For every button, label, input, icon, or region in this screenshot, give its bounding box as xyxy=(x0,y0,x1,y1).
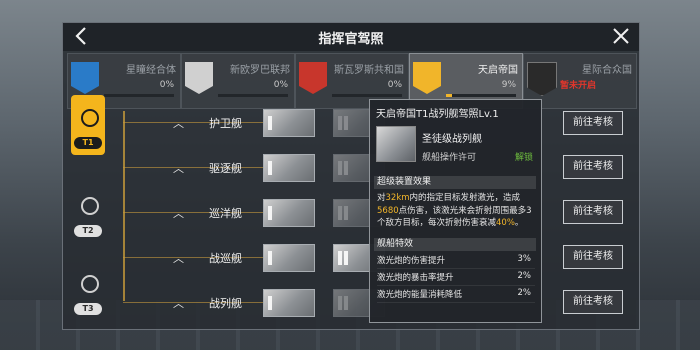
section-ship-features: 舰船特效 xyxy=(374,238,536,251)
license-card[interactable] xyxy=(263,244,315,272)
license-card[interactable] xyxy=(263,289,315,317)
faction-locked-text: 暂未开启 xyxy=(560,81,597,91)
tier-t3[interactable]: T3 xyxy=(71,261,105,321)
page-title: 指挥官驾照 xyxy=(318,32,384,47)
license-card[interactable] xyxy=(263,154,315,182)
chevron-up-icon: ︿ xyxy=(173,207,184,220)
chevron-up-icon: ︿ xyxy=(173,162,184,175)
faction-name: 星际合众国 xyxy=(582,65,632,76)
chevron-up-icon: ︿ xyxy=(173,252,184,265)
tier-t1[interactable]: T1 xyxy=(71,95,105,155)
faction-emblem-icon xyxy=(71,62,99,94)
faction-progress-bar xyxy=(332,94,402,97)
popup-unlock-status: 解锁 xyxy=(514,153,533,163)
faction-name: 星瞳经合体 xyxy=(126,65,176,76)
chevron-up-icon: ︿ xyxy=(173,297,184,310)
license-panel: 指挥官驾照 星瞳经合体 0% 新欧罗巴联邦 0% 斯瓦罗斯共和国 0% 天启帝国… xyxy=(62,22,640,330)
faction-progress-text: 9% xyxy=(501,80,516,90)
ship-row-frigate: ︿ 护卫舰 xyxy=(113,109,385,137)
tier-t2[interactable]: T2 xyxy=(71,183,105,243)
goto-exam-button-frigate[interactable]: 前往考核 xyxy=(563,111,623,135)
feature-row: 激光炮的伤害提升 3% xyxy=(377,254,535,269)
close-button[interactable] xyxy=(611,26,631,46)
ship-thumbnail xyxy=(376,126,416,162)
popup-title: 天启帝国T1战列舰驾照Lv.1 xyxy=(376,109,499,120)
license-detail-popup: 天启帝国T1战列舰驾照Lv.1 圣徒级战列舰 舰船操作许可 解锁 超级装置效果 … xyxy=(369,99,542,323)
faction-progress-text: 0% xyxy=(159,80,174,90)
tier-label: T2 xyxy=(74,225,102,237)
section-super-device: 超级装置效果 xyxy=(374,176,536,189)
ship-class-label: 护卫舰 xyxy=(209,117,242,130)
title-bar: 指挥官驾照 xyxy=(63,23,639,51)
chevron-up-icon: ︿ xyxy=(173,117,184,130)
ship-row-cruiser: ︿ 巡洋舰 xyxy=(113,199,385,227)
faction-emblem-icon xyxy=(185,62,213,94)
faction-tab-neo-europa[interactable]: 新欧罗巴联邦 0% xyxy=(181,53,295,109)
faction-emblem-icon xyxy=(299,62,327,94)
tier-node-icon xyxy=(81,275,99,293)
faction-progress-bar xyxy=(218,94,288,97)
goto-exam-button-cruiser[interactable]: 前往考核 xyxy=(563,200,623,224)
feature-row: 激光炮的暴击率提升 2% xyxy=(377,271,535,286)
ship-row-battlecruiser: ︿ 战巡舰 xyxy=(113,244,385,272)
tier-node-icon xyxy=(81,109,99,127)
goto-exam-button-battlecruiser[interactable]: 前往考核 xyxy=(563,245,623,269)
faction-emblem-icon xyxy=(527,62,557,96)
super-device-description: 对32km内的指定目标发射激光，造成5680点伤害，该激光来会折射周围最多3个敌… xyxy=(377,193,532,228)
ship-class-label: 战列舰 xyxy=(209,297,242,310)
goto-exam-button-destroyer[interactable]: 前往考核 xyxy=(563,155,623,179)
faction-emblem-icon xyxy=(413,62,441,94)
popup-license-label: 舰船操作许可 xyxy=(422,153,477,163)
tier-label: T3 xyxy=(74,303,102,315)
feature-row: 激光炮的能量消耗降低 2% xyxy=(377,288,535,303)
tier-node-icon xyxy=(81,197,99,215)
faction-name: 斯瓦罗斯共和国 xyxy=(334,65,404,76)
ship-class-label: 驱逐舰 xyxy=(209,162,242,175)
faction-progress-bar xyxy=(446,94,516,97)
license-card[interactable] xyxy=(263,109,315,137)
ship-class-label: 巡洋舰 xyxy=(209,207,242,220)
tier-label: T1 xyxy=(74,137,102,149)
faction-progress-text: 0% xyxy=(273,80,288,90)
faction-name: 天启帝国 xyxy=(478,65,518,76)
popup-ship-name: 圣徒级战列舰 xyxy=(422,134,482,145)
faction-progress-text: 0% xyxy=(387,80,402,90)
faction-progress-bar xyxy=(104,94,174,97)
goto-exam-button-battleship[interactable]: 前往考核 xyxy=(563,290,623,314)
ship-class-label: 战巡舰 xyxy=(209,252,242,265)
ship-row-battleship: ︿ 战列舰 xyxy=(113,289,385,317)
ship-row-destroyer: ︿ 驱逐舰 xyxy=(113,154,385,182)
license-card[interactable] xyxy=(263,199,315,227)
faction-name: 新欧罗巴联邦 xyxy=(230,65,290,76)
